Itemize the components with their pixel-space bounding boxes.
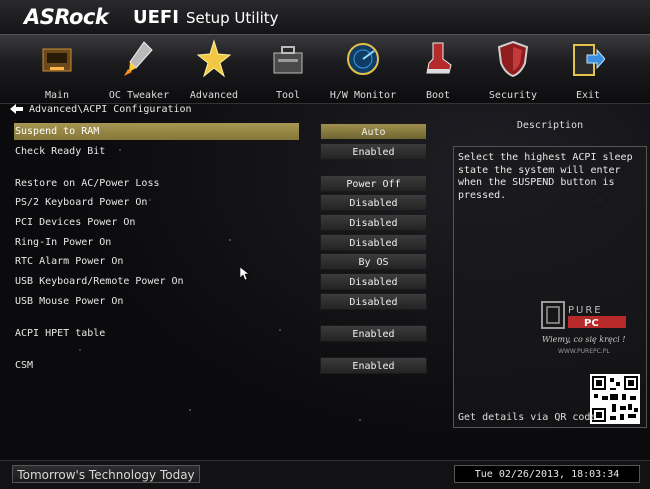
tab-oc-tweaker-label: OC Tweaker	[108, 90, 170, 101]
tab-main-label: Main	[44, 90, 70, 101]
value-restore-on-ac-power-loss[interactable]: Power Off	[320, 175, 427, 192]
description-title: Description	[516, 120, 584, 131]
svg-text:PURE: PURE	[568, 305, 603, 316]
setting-label: RTC Alarm Power On	[15, 256, 124, 267]
mouse-cursor-icon	[240, 267, 250, 281]
boot-icon	[426, 42, 452, 74]
setting-restore-on-ac-power-loss[interactable]: Restore on AC/Power Loss	[14, 175, 299, 192]
setting-label: Check Ready Bit	[15, 146, 106, 157]
description-text: Select the highest ACPI sleep state the …	[458, 152, 633, 201]
main-icon	[42, 48, 72, 72]
tab-main[interactable]: Main	[20, 35, 94, 103]
setting-suspend-to-ram[interactable]: Suspend to RAM	[14, 123, 299, 140]
tab-boot-label: Boot	[425, 90, 451, 101]
tab-advanced-label: Advanced	[189, 90, 239, 101]
value-ring-in-power-on[interactable]: Disabled	[320, 234, 427, 251]
setup-utility-label: Setup Utility	[186, 9, 279, 27]
setting-label: USB Keyboard/Remote Power On	[15, 276, 184, 287]
setting-label: PS/2 Keyboard Power On	[15, 197, 148, 208]
back-arrow-icon[interactable]	[10, 104, 23, 114]
value-acpi-hpet-table[interactable]: Enabled	[320, 325, 427, 342]
uefi-label: UEFI	[133, 7, 179, 28]
setting-label: ACPI HPET table	[15, 328, 106, 339]
footer-tagline: Tomorrow's Technology Today	[12, 465, 200, 483]
setting-label: CSM	[15, 360, 34, 371]
tab-tool[interactable]: Tool	[251, 35, 325, 103]
qr-code-caption: Get details via QR code	[458, 412, 597, 423]
value-suspend-to-ram[interactable]: Auto	[320, 123, 427, 140]
value-rtc-alarm-power-on[interactable]: By OS	[320, 253, 427, 270]
breadcrumb-path: Advanced\ACPI Configuration	[29, 104, 192, 115]
main-nav: Main OC Tweaker Advanced Tool H/W Monito…	[0, 34, 650, 104]
setting-usb-keyboard-remote-power-on[interactable]: USB Keyboard/Remote Power On	[14, 273, 299, 290]
shield-icon	[497, 40, 529, 78]
value-usb-mouse-power-on[interactable]: Disabled	[320, 293, 427, 310]
setting-label: Ring-In Power On	[15, 237, 112, 248]
tab-exit-label: Exit	[575, 90, 601, 101]
purepc-logo-icon: PURE PC Wiemy, co się kręci ! WWW.PUREPC…	[541, 301, 626, 355]
tab-hw-monitor[interactable]: H/W Monitor	[326, 35, 400, 103]
brand-logo: ASRock	[24, 5, 109, 29]
tab-oc-tweaker[interactable]: OC Tweaker	[102, 35, 176, 103]
rocket-icon	[124, 41, 153, 76]
setting-label: Restore on AC/Power Loss	[15, 178, 160, 189]
value-csm[interactable]: Enabled	[320, 357, 427, 374]
setting-csm[interactable]: CSM	[14, 357, 299, 374]
description-panel: Select the highest ACPI sleep state the …	[453, 146, 647, 428]
tab-security-label: Security	[488, 90, 538, 101]
watermark-url: WWW.PUREPC.PL	[558, 348, 610, 355]
qr-code-icon	[590, 374, 640, 424]
setting-ps2-keyboard-power-on[interactable]: PS/2 Keyboard Power On	[14, 194, 299, 211]
setting-ring-in-power-on[interactable]: Ring-In Power On	[14, 234, 299, 251]
setting-pci-devices-power-on[interactable]: PCI Devices Power On	[14, 214, 299, 231]
exit-icon	[573, 44, 605, 76]
toolbox-icon	[273, 46, 303, 74]
value-check-ready-bit[interactable]: Enabled	[320, 143, 427, 160]
value-pci-devices-power-on[interactable]: Disabled	[320, 214, 427, 231]
tab-advanced[interactable]: Advanced	[177, 35, 251, 103]
breadcrumb: Advanced\ACPI Configuration	[10, 104, 192, 115]
tab-exit[interactable]: Exit	[551, 35, 625, 103]
value-usb-keyboard-remote-power-on[interactable]: Disabled	[320, 273, 427, 290]
title-bar: ASRock UEFI Setup Utility	[0, 0, 650, 34]
tab-security[interactable]: Security	[476, 35, 550, 103]
setting-check-ready-bit[interactable]: Check Ready Bit	[14, 143, 299, 160]
radar-icon	[347, 43, 379, 75]
setting-usb-mouse-power-on[interactable]: USB Mouse Power On	[14, 293, 299, 310]
setting-acpi-hpet-table[interactable]: ACPI HPET table	[14, 325, 299, 342]
setting-label: PCI Devices Power On	[15, 217, 136, 228]
purepc-watermark: PURE PC Wiemy, co się kręci ! WWW.PUREPC…	[540, 300, 630, 358]
setting-label: USB Mouse Power On	[15, 296, 124, 307]
svg-text:PC: PC	[584, 318, 599, 329]
setting-label: Suspend to RAM	[15, 126, 100, 137]
watermark-slogan: Wiemy, co się kręci !	[542, 335, 626, 344]
tab-tool-label: Tool	[275, 90, 301, 101]
value-ps2-keyboard-power-on[interactable]: Disabled	[320, 194, 427, 211]
star-icon	[197, 39, 231, 78]
tab-boot[interactable]: Boot	[401, 35, 475, 103]
system-clock: Tue 02/26/2013, 18:03:34	[454, 465, 640, 483]
setting-rtc-alarm-power-on[interactable]: RTC Alarm Power On	[14, 253, 299, 270]
tab-hw-monitor-label: H/W Monitor	[329, 90, 397, 101]
